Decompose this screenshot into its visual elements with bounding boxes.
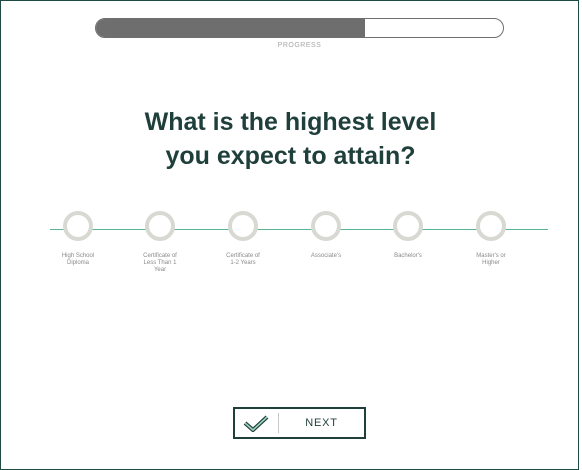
progress-bar-fill [96,19,365,37]
progress-bar [95,18,504,38]
option-label: Associate's [310,253,342,259]
question-heading: What is the highest level you expect to … [1,105,580,173]
option-label: Bachelor's [394,253,422,259]
option-radio-circle[interactable] [476,211,506,241]
next-button[interactable]: NEXT [233,407,366,439]
option-radio-circle[interactable] [145,211,175,241]
option-bachelors[interactable]: Bachelor's [368,211,448,267]
option-high-school-diploma[interactable]: High School Diploma [38,211,118,267]
option-masters-or-higher[interactable]: Master's or Higher [451,211,531,267]
option-label: Certificate of Less Than 1 Year [143,253,177,273]
question-line-2: you expect to attain? [165,142,416,170]
option-label: High School Diploma [61,253,95,266]
option-label: Certificate of 1-2 Years [226,253,260,266]
check-icon [243,415,269,432]
question-line-1: What is the highest level [144,108,437,136]
option-certificate-less-than-1-year[interactable]: Certificate of Less Than 1 Year [120,211,200,274]
option-label: Master's or Higher [476,253,506,266]
next-button-label: NEXT [305,417,338,429]
progress-label: PROGRESS [277,42,322,49]
option-radio-circle[interactable] [393,211,423,241]
option-associates[interactable]: Associate's [286,211,366,267]
option-radio-circle[interactable] [311,211,341,241]
option-radio-circle[interactable] [228,211,258,241]
option-certificate-1-2-years[interactable]: Certificate of 1-2 Years [203,211,283,267]
page-frame: PROGRESS What is the highest level you e… [0,0,579,470]
option-radio-circle[interactable] [63,211,93,241]
